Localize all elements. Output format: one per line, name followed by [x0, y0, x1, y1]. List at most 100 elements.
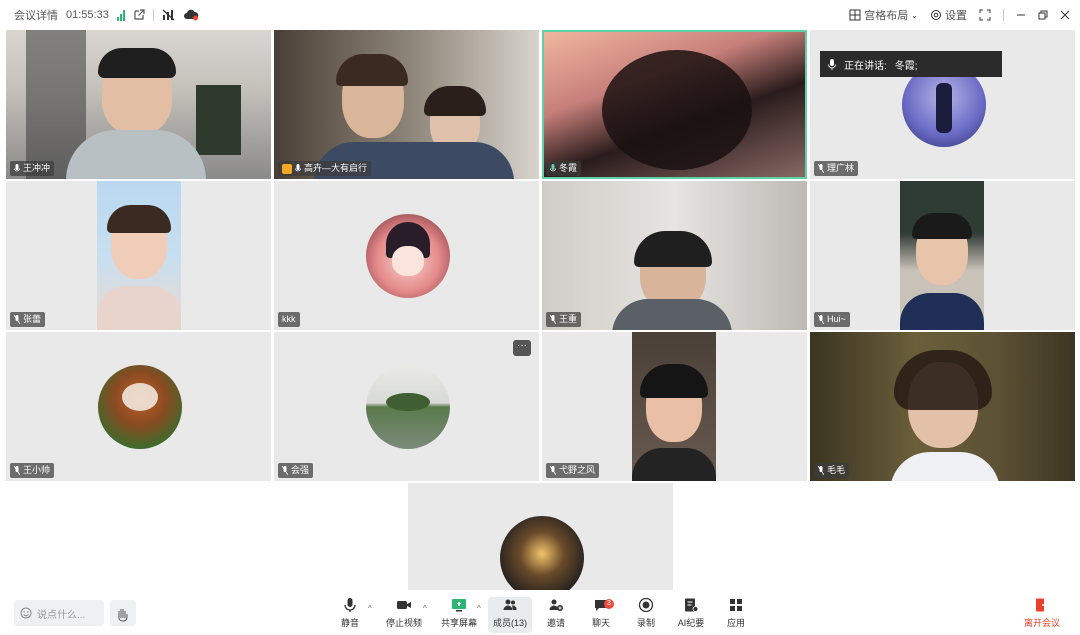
chevron-down-icon: ⌄ — [911, 10, 918, 20]
more-options-button[interactable]: ··· — [513, 340, 531, 356]
layout-toggle[interactable]: 宫格布局 ⌄ — [849, 7, 918, 23]
ai-notes-icon — [685, 598, 699, 612]
mic-icon — [295, 164, 301, 172]
participant-name: 弋野之风 — [559, 465, 596, 475]
fullscreen-icon[interactable] — [979, 9, 991, 21]
members-label: 成员(13) — [492, 618, 527, 628]
participant-avatar — [500, 516, 584, 590]
mic-muted-icon — [818, 315, 824, 324]
participant-name-tag: 张蕾 — [10, 312, 46, 327]
minimize-icon[interactable] — [1016, 10, 1026, 20]
chat-button[interactable]: 3 聊天 — [579, 597, 623, 633]
restore-icon[interactable] — [1038, 10, 1048, 20]
participant-name-tag: 王冲冲 — [10, 161, 55, 176]
settings-button[interactable]: 设置 — [930, 7, 967, 23]
quick-chat-input[interactable]: 说点什么... — [14, 600, 104, 626]
ai-minutes-button[interactable]: AI纪要 — [669, 597, 713, 633]
participant-video — [900, 181, 984, 330]
participant-name: 冬霞 — [559, 163, 578, 173]
video-tile[interactable]: 弋野之风 — [542, 332, 807, 481]
record-label: 录制 — [636, 618, 655, 628]
participant-name-tag: 冬霞 — [546, 161, 582, 176]
participant-body — [66, 130, 206, 179]
video-tile[interactable]: 毛毛 — [810, 332, 1075, 481]
participant-name: 张蕾 — [23, 314, 42, 324]
camera-icon — [397, 601, 411, 609]
members-button[interactable]: 成员(13) — [488, 597, 532, 633]
leave-meeting-button[interactable]: 离开会议 — [1020, 597, 1064, 633]
video-grid: 王冲冲 高卉—大有启行 冬霞 理广林 张蕾 kkk 王重 Hui~ 王小帅 ··… — [6, 30, 1075, 590]
participant-hair — [894, 350, 992, 410]
participant-body — [97, 286, 181, 330]
close-icon[interactable] — [1060, 10, 1070, 20]
leave-icon — [1036, 598, 1050, 612]
participant-body — [900, 293, 984, 330]
participant-name-tag: 王小帅 — [10, 463, 55, 478]
network-off-icon[interactable] — [162, 9, 175, 21]
participant-name: 会强 — [291, 465, 310, 475]
shared-image-shape — [602, 50, 752, 170]
mic-muted-icon — [550, 466, 556, 475]
meeting-details-link[interactable]: 会议详情 — [14, 7, 58, 23]
add-user-icon — [549, 599, 563, 611]
participant-name: 王小帅 — [23, 465, 51, 475]
participant-name-tag: 毛毛 — [814, 463, 850, 478]
cloud-status-icon[interactable] — [183, 9, 199, 21]
participant-name: kkk — [282, 314, 296, 324]
settings-label: 设置 — [945, 10, 967, 22]
record-icon — [638, 597, 654, 613]
apps-icon — [730, 599, 742, 611]
mic-muted-icon — [550, 315, 556, 324]
avatar-figure — [936, 83, 952, 133]
stop-video-button[interactable]: 停止视频 — [382, 597, 426, 633]
external-link-icon[interactable] — [133, 9, 145, 21]
mute-button[interactable]: 静音 — [328, 597, 372, 633]
signal-icon — [116, 9, 125, 21]
chevron-up-icon[interactable]: ^ — [368, 604, 372, 613]
video-tile[interactable] — [408, 483, 673, 590]
video-tile[interactable]: ··· 会强 — [274, 332, 539, 481]
chat-unread-badge: 3 — [604, 599, 614, 609]
participant-hair — [107, 205, 171, 233]
mic-icon — [828, 58, 836, 70]
participant-name: 王重 — [559, 314, 578, 324]
speaking-prefix: 正在讲话: — [844, 60, 887, 72]
video-tile[interactable]: Hui~ — [810, 181, 1075, 330]
apps-button[interactable]: 应用 — [714, 597, 758, 633]
avatar-face — [392, 246, 424, 276]
video-tile[interactable]: kkk — [274, 181, 539, 330]
avatar-tree — [386, 393, 430, 411]
invite-button[interactable]: 邀请 — [534, 597, 578, 633]
raise-hand-button[interactable] — [110, 600, 136, 626]
bottom-toolbar: 说点什么... 静音 ^ 停止视频 ^ 共享屏幕 ^ 成员(13) 邀请 3 聊… — [0, 594, 1080, 635]
participant-body — [890, 452, 1000, 481]
participant-name: Hui~ — [827, 314, 846, 324]
layout-label: 宫格布局 — [864, 10, 909, 22]
participant-name: 高卉—大有启行 — [304, 163, 368, 173]
share-screen-button[interactable]: 共享屏幕 — [437, 597, 481, 633]
video-tile[interactable]: 王冲冲 — [6, 30, 271, 179]
chevron-up-icon[interactable]: ^ — [477, 604, 481, 613]
participant-name-tag: 王重 — [546, 312, 582, 327]
video-tile[interactable]: 王小帅 — [6, 332, 271, 481]
mute-label: 静音 — [340, 618, 359, 628]
video-tile-active-speaker[interactable]: 冬霞 — [542, 30, 807, 179]
mic-muted-icon — [14, 466, 20, 475]
participant-video — [97, 181, 181, 330]
participant-avatar — [366, 214, 450, 298]
mic-muted-icon — [818, 164, 824, 173]
background-poster — [196, 85, 241, 155]
raise-hand-icon — [118, 609, 128, 622]
participant-body — [632, 448, 716, 481]
record-button[interactable]: 录制 — [624, 597, 668, 633]
chevron-up-icon[interactable]: ^ — [423, 604, 427, 613]
invite-label: 邀请 — [546, 618, 565, 628]
emoji-icon — [20, 607, 32, 619]
video-tile[interactable]: 高卉—大有启行 — [274, 30, 539, 179]
video-tile[interactable]: 张蕾 — [6, 181, 271, 330]
participant-body — [612, 299, 732, 330]
speaking-name: 冬霞; — [894, 60, 918, 72]
chat-label: 聊天 — [591, 618, 610, 628]
video-tile[interactable]: 王重 — [542, 181, 807, 330]
apps-label: 应用 — [726, 618, 745, 628]
